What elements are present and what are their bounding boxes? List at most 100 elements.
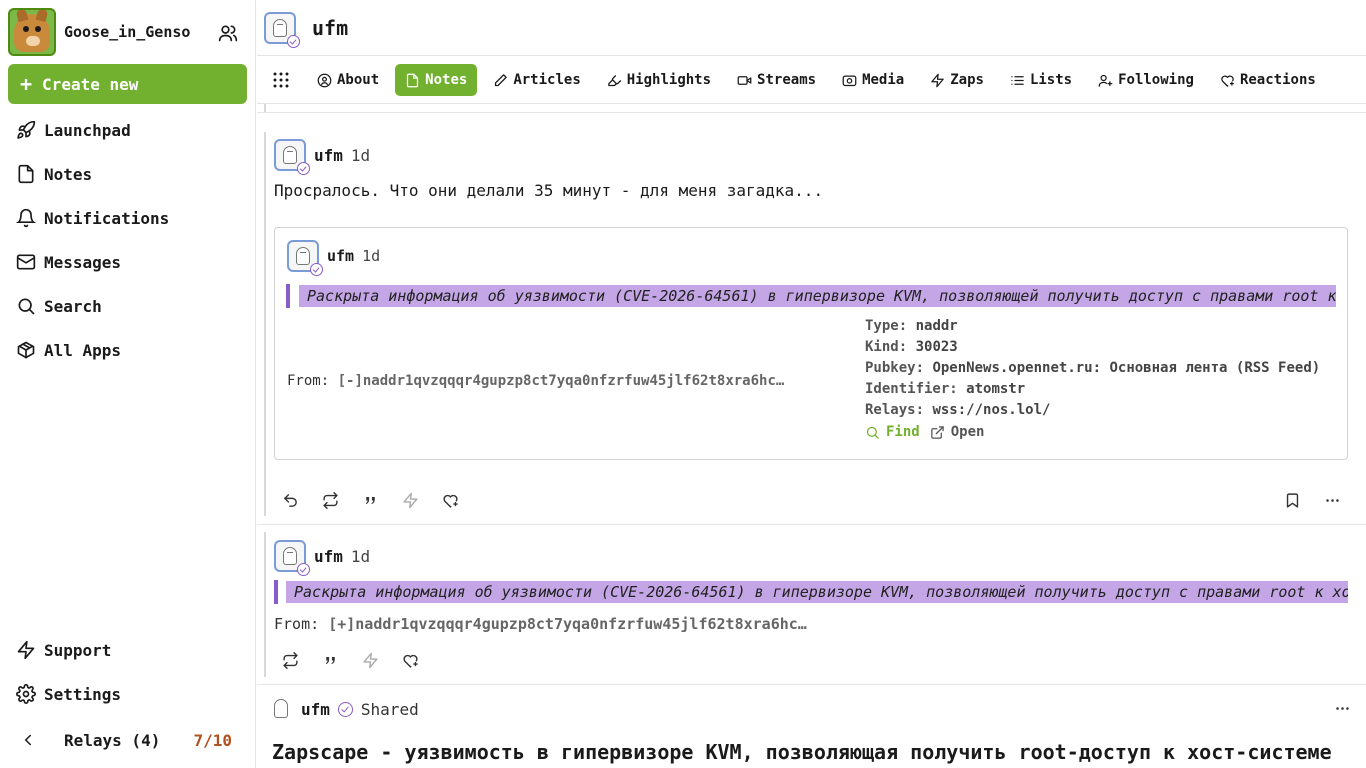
repost-button[interactable] <box>270 644 310 676</box>
highlight-bar <box>286 284 290 308</box>
quoted-note-card[interactable]: ufm 1d Раскрыта информация об уязвимости… <box>274 227 1348 460</box>
article-title[interactable]: Zapscape - уязвимость в гипервизоре KVM,… <box>272 740 1332 764</box>
sidebar-item-label: Messages <box>44 252 122 272</box>
shared-row: ufm Shared <box>271 697 419 721</box>
more-horizontal-icon <box>1335 706 1349 710</box>
tab-streams[interactable]: Streams <box>727 64 826 96</box>
open-label: Open <box>950 424 985 440</box>
open-button[interactable]: Open <box>930 424 985 440</box>
sidebar-item-notes[interactable]: Notes <box>8 154 248 194</box>
note-author[interactable]: ufm <box>314 547 343 566</box>
more-horizontal-icon <box>1325 498 1339 502</box>
quote-icon <box>365 496 375 504</box>
shared-author[interactable]: ufm <box>301 700 330 719</box>
note-header: ufm 1d <box>274 540 370 576</box>
verified-badge-icon <box>337 701 353 717</box>
tab-highlights[interactable]: Highlights <box>597 64 721 96</box>
chevron-left-icon[interactable] <box>8 731 48 749</box>
zap-button[interactable] <box>350 644 390 676</box>
note-actions <box>270 644 430 676</box>
highlight-text: Раскрыта информация об уязвимости (CVE-2… <box>299 285 1336 307</box>
account-switch-icon[interactable] <box>218 23 238 43</box>
note-header: ufm 1d <box>287 240 380 276</box>
avatar[interactable] <box>264 11 300 48</box>
verified-badge-icon <box>287 34 300 48</box>
note-author[interactable]: ufm <box>314 146 343 165</box>
meta-key: Relays: <box>865 402 925 418</box>
tab-notes[interactable]: Notes <box>395 64 478 96</box>
tab-label: About <box>337 72 380 88</box>
relays-row[interactable]: Relays (4) 7/10 <box>8 720 248 760</box>
meta-key: Identifier: <box>865 381 958 397</box>
video-icon <box>737 75 752 85</box>
tab-zaps[interactable]: Zaps <box>920 64 994 96</box>
note-time[interactable]: 1d <box>351 547 370 566</box>
sidebar-item-notifications[interactable]: Notifications <box>8 198 248 238</box>
profile-tabs: About Notes Articles Highlights Streams … <box>257 57 1366 104</box>
file-icon <box>407 73 419 87</box>
divider <box>257 684 1366 685</box>
quote-button[interactable] <box>350 484 390 516</box>
sidebar-item-all-apps[interactable]: All Apps <box>8 330 248 370</box>
quote-button[interactable] <box>310 644 350 676</box>
note-time[interactable]: 1d <box>351 146 370 165</box>
meta-pubkey: OpenNews.opennet.ru: Основная лента (RSS… <box>932 360 1321 376</box>
tab-following[interactable]: Following <box>1088 64 1204 96</box>
highlight-text: Раскрыта информация об уязвимости (CVE-2… <box>286 581 1348 603</box>
meta-relays: wss://nos.lol/ <box>932 402 1051 418</box>
avatar[interactable] <box>274 139 310 175</box>
reply-button[interactable] <box>270 484 310 516</box>
tab-about[interactable]: About <box>307 64 389 96</box>
thread-line <box>264 132 266 516</box>
create-new-button[interactable]: + Create new <box>8 64 247 104</box>
repost-button[interactable] <box>310 484 350 516</box>
shared-label: Shared <box>360 699 419 719</box>
search-icon <box>866 426 879 439</box>
sidebar-item-support[interactable]: Support <box>8 630 248 670</box>
sidebar-item-settings[interactable]: Settings <box>8 674 248 714</box>
sidebar: Goose_in_Genso + Create new Launchpad No… <box>0 0 256 768</box>
tab-lists[interactable]: Lists <box>1000 64 1082 96</box>
list-icon <box>1011 75 1024 85</box>
tab-label: Media <box>862 72 905 88</box>
package-icon <box>17 341 35 359</box>
note-time[interactable]: 1d <box>362 247 380 265</box>
user-profile[interactable]: Goose_in_Genso <box>8 8 248 56</box>
react-button[interactable] <box>430 484 470 516</box>
avatar[interactable] <box>271 697 291 721</box>
relays-label: Relays (4) <box>64 730 161 750</box>
avatar[interactable] <box>8 8 56 56</box>
verified-badge-icon <box>297 563 310 576</box>
quote-icon <box>325 656 335 664</box>
user-plus-icon <box>1098 74 1113 87</box>
sidebar-item-search[interactable]: Search <box>8 286 248 326</box>
react-button[interactable] <box>390 644 430 676</box>
sidebar-item-messages[interactable]: Messages <box>8 242 248 282</box>
bookmark-button[interactable] <box>1272 484 1312 516</box>
tab-label: Notes <box>425 72 468 88</box>
avatar[interactable] <box>287 240 323 276</box>
tab-label: Following <box>1118 72 1194 88</box>
more-button[interactable] <box>1312 484 1352 516</box>
search-icon <box>18 298 35 315</box>
sidebar-item-label: Notes <box>44 164 93 184</box>
avatar[interactable] <box>274 540 310 576</box>
grid-menu-icon[interactable] <box>261 64 301 96</box>
tab-reactions[interactable]: Reactions <box>1210 64 1326 96</box>
from-label: From: <box>287 373 330 389</box>
rocket-icon <box>17 120 36 139</box>
more-button[interactable] <box>1322 692 1362 724</box>
from-address[interactable]: [-]naddr1qvzqqqr4gupzp8ct7yqa0nfzrfuw45j… <box>338 373 785 389</box>
user-circle-icon <box>317 73 332 87</box>
from-address[interactable]: [+]naddr1qvzqqqr4gupzp8ct7yqa0nfzrfuw45j… <box>328 615 807 633</box>
meta-key: Kind: <box>865 339 908 355</box>
zap-button[interactable] <box>390 484 430 516</box>
username: Goose_in_Genso <box>64 23 191 41</box>
page-title: ufm <box>312 15 349 40</box>
note-author[interactable]: ufm <box>327 247 354 265</box>
sidebar-item-launchpad[interactable]: Launchpad <box>8 110 248 150</box>
find-button[interactable]: Find <box>865 424 920 440</box>
tab-media[interactable]: Media <box>832 64 914 96</box>
sidebar-item-label: Notifications <box>44 208 170 228</box>
tab-articles[interactable]: Articles <box>483 64 590 96</box>
